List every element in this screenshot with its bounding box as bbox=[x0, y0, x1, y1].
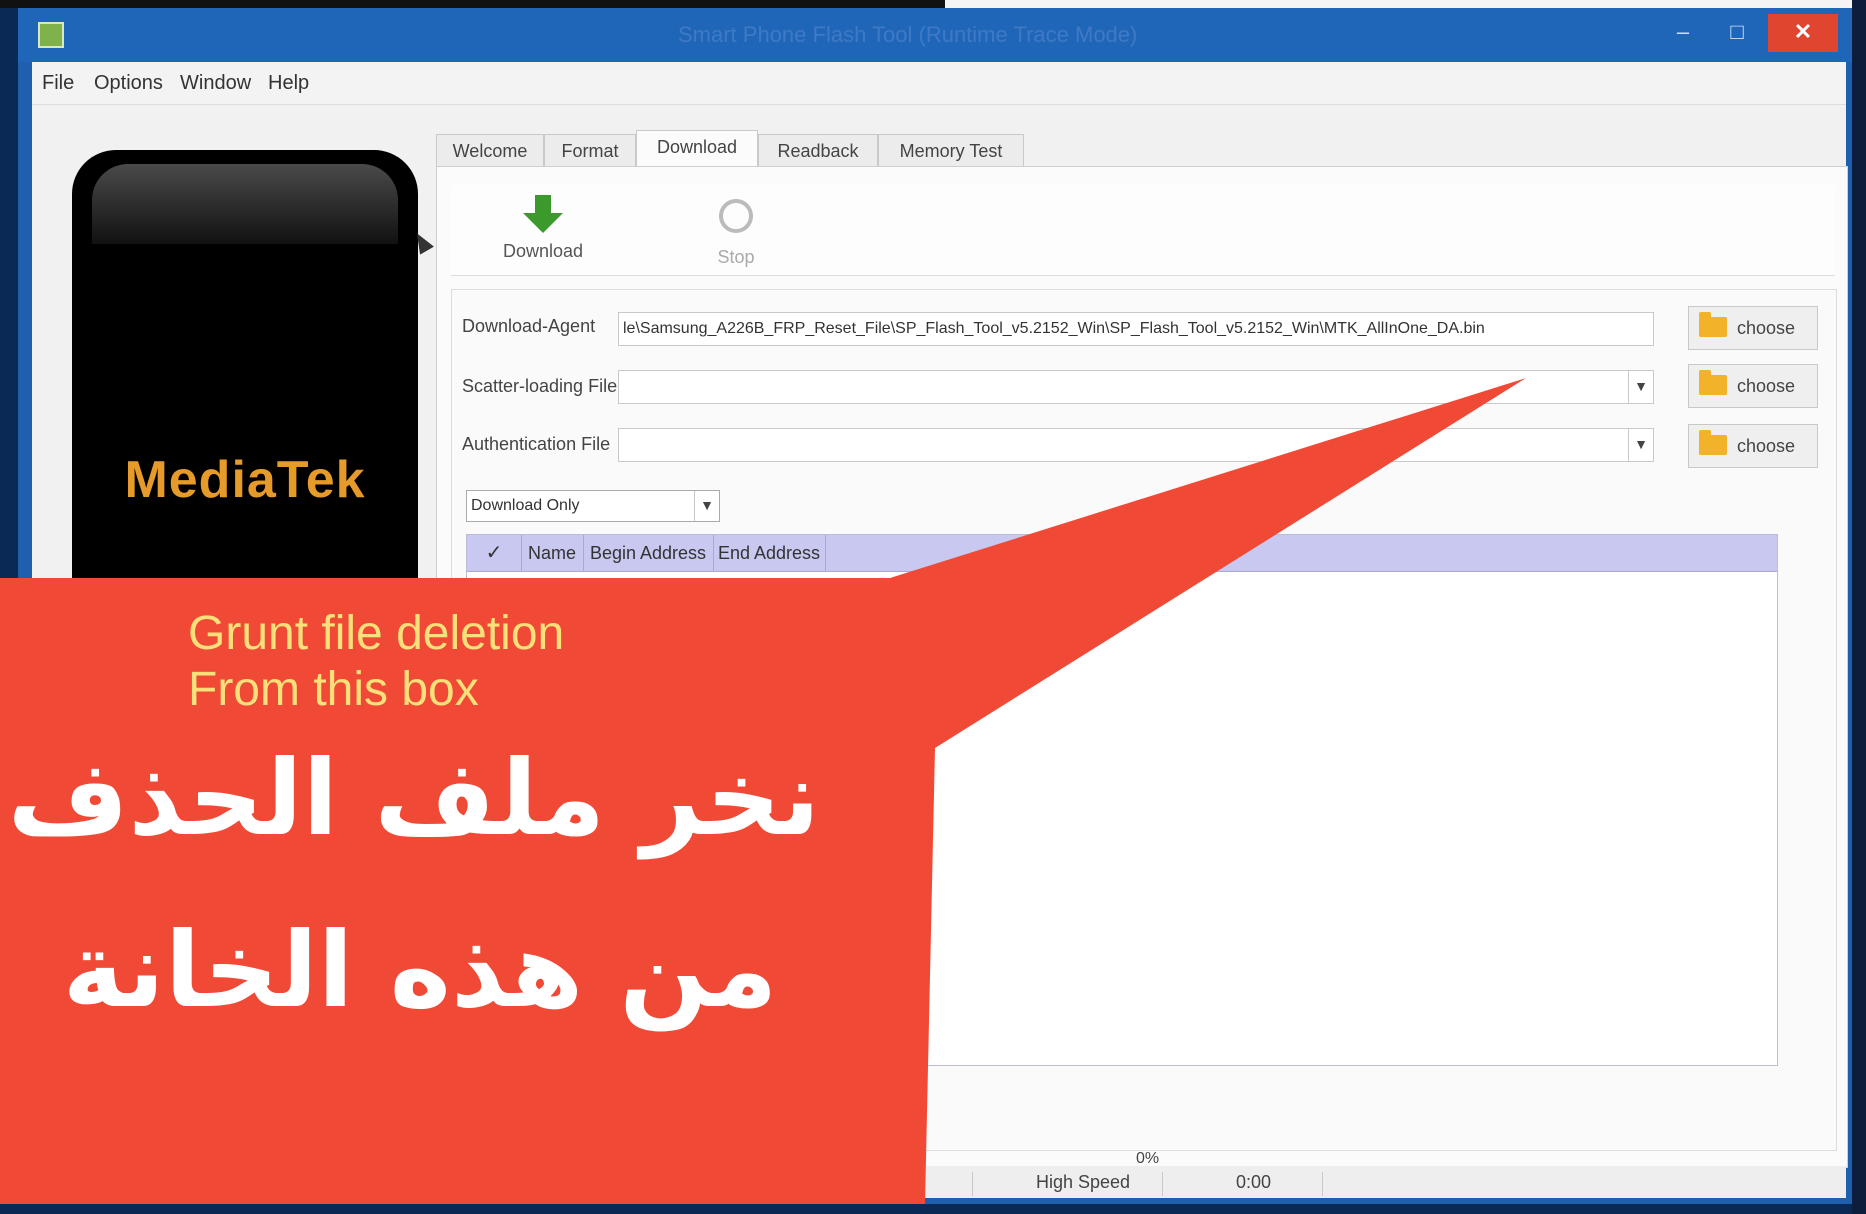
callout-english-text: Grunt file deletion From this box bbox=[188, 606, 564, 718]
callout-english-line-2: From this box bbox=[188, 663, 479, 716]
callout-arabic-line-2: من هذه الخانة bbox=[62, 909, 778, 1031]
callout-english-line-1: Grunt file deletion bbox=[188, 607, 565, 660]
callout-arabic-line-1: نخر ملف الحذف bbox=[7, 737, 820, 859]
